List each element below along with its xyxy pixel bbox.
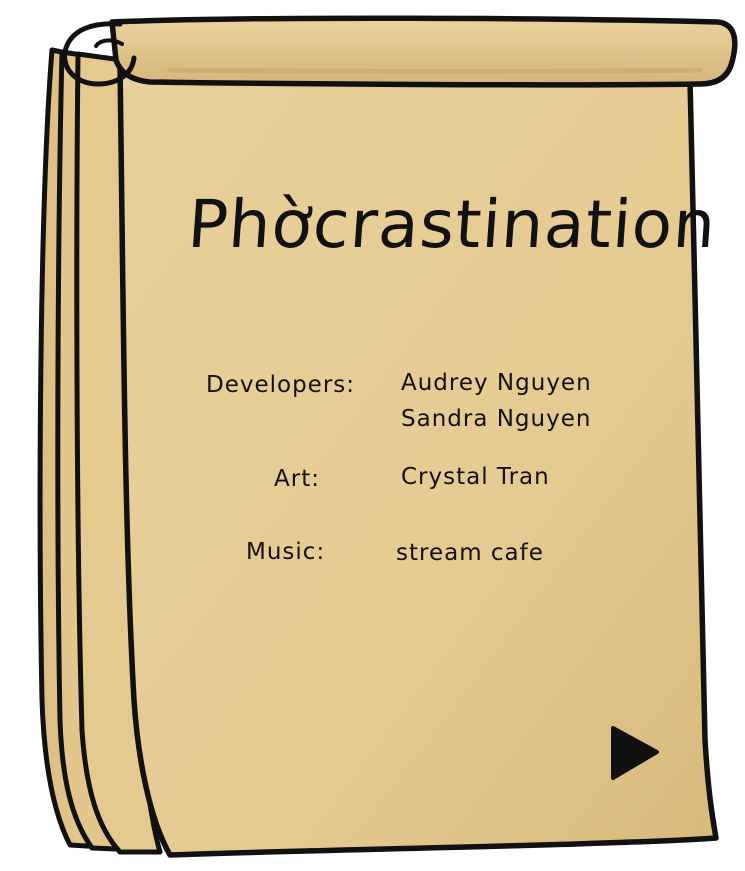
music-label: Music: xyxy=(234,539,334,565)
art-label: Art: xyxy=(262,466,328,492)
developers-label-text: Developers: xyxy=(206,372,356,398)
credits-screen: Phờcrastination Developers: Audrey Nguye… xyxy=(0,0,745,867)
roll-shade xyxy=(167,67,703,74)
music-credit: stream cafe xyxy=(396,540,544,566)
developers-label: Developers: xyxy=(194,372,364,398)
developer-name-2: Sandra Nguyen xyxy=(401,406,592,432)
play-triangle-icon xyxy=(611,726,659,780)
top-roll xyxy=(109,15,738,88)
art-credit: Crystal Tran xyxy=(401,464,550,490)
next-button[interactable] xyxy=(605,724,663,782)
game-title: Phờcrastination xyxy=(185,186,719,263)
developer-name-1: Audrey Nguyen xyxy=(401,370,592,396)
art-label-text: Art: xyxy=(274,466,320,492)
music-label-text: Music: xyxy=(246,539,326,565)
